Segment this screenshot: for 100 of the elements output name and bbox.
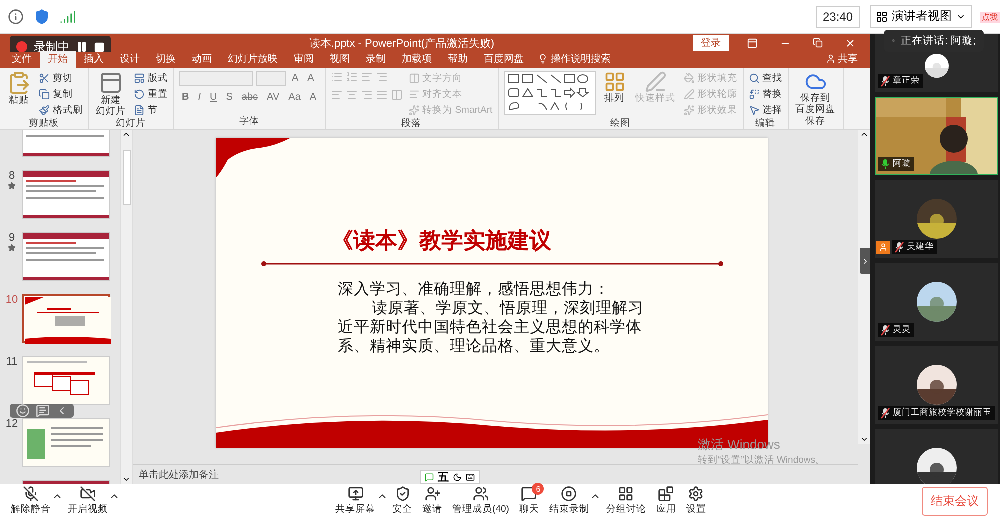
ribbon-button[interactable]: 节 xyxy=(134,103,168,117)
toolbar-button[interactable]: 管理成员(40) xyxy=(448,486,514,516)
notes-placeholder[interactable]: 单击此处添加备注 xyxy=(139,468,219,482)
shrink-font-button[interactable]: A xyxy=(304,73,318,84)
format-button[interactable]: AV xyxy=(264,92,283,103)
ribbon-button[interactable]: 重置 xyxy=(134,87,168,101)
toolbar-button[interactable]: 设置 xyxy=(681,486,712,516)
restore-icon[interactable] xyxy=(813,38,823,48)
ribbon-button[interactable]: 保存到 百度网盘 xyxy=(794,71,838,115)
toolbar-button[interactable]: 分组讨论 xyxy=(601,486,652,516)
tell-me-search[interactable]: 操作说明搜索 xyxy=(532,52,617,68)
menu-tab[interactable]: 开始 xyxy=(40,51,76,68)
ribbon-button[interactable]: 新建 幻灯片 xyxy=(94,71,128,117)
pointer-icon xyxy=(748,104,760,116)
close-icon[interactable] xyxy=(845,38,856,48)
toolbar-button[interactable]: 安全 xyxy=(388,486,418,516)
toolbar-button[interactable]: 共享屏幕 xyxy=(330,486,381,516)
shield-icon[interactable] xyxy=(34,8,50,24)
menu-tab[interactable]: 插入 xyxy=(76,51,112,68)
slide-text: 读原著、学原文、悟原理，深刻理解习近平新时代中国特色社会主义思想的科学体系、精神实质、理论品格、重大意义。 xyxy=(338,299,645,356)
chat-icon xyxy=(521,486,538,502)
ribbon-button[interactable]: 格式刷 xyxy=(39,103,83,117)
toolbar-button[interactable]: 应用 xyxy=(651,486,682,516)
layout-icon xyxy=(876,10,888,22)
grow-font-button[interactable]: A xyxy=(289,73,302,84)
menu-tab[interactable]: 文件 xyxy=(4,51,40,68)
participant-name: 吴建华 xyxy=(907,241,934,253)
font-name-field[interactable] xyxy=(179,71,253,86)
menu-tab[interactable]: 录制 xyxy=(358,51,394,68)
ribbon-button[interactable]: 剪切 xyxy=(39,71,83,85)
menu-tab[interactable]: 视图 xyxy=(322,51,358,68)
menu-tab[interactable]: 帮助 xyxy=(440,51,476,68)
speaking-label: 正在讲话: 阿璇; xyxy=(901,34,976,48)
smartart-icon xyxy=(408,104,420,116)
font-size-field[interactable] xyxy=(256,71,286,86)
slide-number: 8 xyxy=(8,170,16,182)
scroll-up-icon[interactable] xyxy=(122,130,131,139)
toolbar-button[interactable]: 开启视频 xyxy=(63,486,113,516)
ribbon-button[interactable]: 粘贴 xyxy=(5,71,33,106)
scroll-up-icon[interactable] xyxy=(860,130,868,139)
comment-icon[interactable] xyxy=(36,404,50,418)
info-icon[interactable] xyxy=(8,8,24,24)
group-label: 保存 xyxy=(804,115,827,129)
activation-hint: 转到“设置”以激活 Windows。 xyxy=(698,454,826,467)
ribbon-button[interactable]: 替换 xyxy=(748,87,783,101)
toolbar-button[interactable]: 邀请 xyxy=(418,486,448,516)
toolbar-button[interactable]: 结束录制 xyxy=(544,486,594,516)
format-button[interactable]: S xyxy=(223,92,236,103)
align-icon xyxy=(408,88,420,100)
record-icon xyxy=(16,41,28,53)
shape-gallery[interactable] xyxy=(504,71,596,115)
menu-tab[interactable]: 幻灯片放映 xyxy=(220,51,286,68)
ribbon-button[interactable]: 版式 xyxy=(134,71,168,85)
justify-icon xyxy=(376,89,388,101)
menu-tab[interactable]: 切换 xyxy=(148,51,184,68)
login-button[interactable]: 登录 xyxy=(693,35,729,51)
format-button[interactable]: I xyxy=(195,92,204,103)
numbering-icon xyxy=(346,71,358,83)
menu-tab[interactable]: 加载项 xyxy=(394,51,440,68)
slide-title: 《读本》教学实施建议 xyxy=(332,227,552,255)
menu-tab[interactable]: 百度网盘 xyxy=(476,51,532,68)
ribbon-button[interactable]: 复制 xyxy=(39,87,83,101)
lightbulb-icon xyxy=(538,54,548,64)
group-label: 幻灯片 xyxy=(115,117,147,131)
group-label: 编辑 xyxy=(754,117,777,131)
end-meeting-button[interactable]: 结束会议 xyxy=(922,486,988,516)
stop-icon[interactable] xyxy=(94,42,105,52)
slide-text: 深入学习、准确理解，感悟思想伟力： xyxy=(338,280,612,299)
slide-number: 9 xyxy=(8,232,16,244)
panel-handle[interactable] xyxy=(860,248,870,274)
pause-icon[interactable] xyxy=(76,41,88,53)
format-button[interactable]: Aa xyxy=(286,92,304,103)
share-button[interactable]: 共享 xyxy=(826,52,858,68)
menu-tab[interactable]: 审阅 xyxy=(286,51,322,68)
view-button[interactable]: 演讲者视图 xyxy=(870,5,972,28)
participant-name: 章正荣 xyxy=(893,75,920,87)
format-button[interactable]: B xyxy=(179,92,192,103)
ribbon-button[interactable]: 选择 xyxy=(748,103,783,117)
group-label: 绘图 xyxy=(610,117,632,131)
ribbon-display-icon[interactable] xyxy=(747,38,758,48)
menu-tab[interactable]: 设计 xyxy=(112,51,148,68)
users-icon xyxy=(473,486,489,502)
ime-logo-icon xyxy=(425,472,434,482)
align-left-icon xyxy=(330,89,343,101)
emoji-icon[interactable] xyxy=(16,404,30,418)
scroll-down-icon[interactable] xyxy=(860,435,868,444)
ribbon-button[interactable]: 查找 xyxy=(748,71,783,85)
sticker-label[interactable]: 点我 xyxy=(980,12,1000,23)
format-button[interactable]: abc xyxy=(238,92,262,103)
format-button[interactable]: U xyxy=(207,92,220,103)
scroll-down-icon[interactable] xyxy=(122,475,131,484)
scissors-icon xyxy=(39,72,50,84)
format-button[interactable]: A xyxy=(306,92,320,103)
toolbar-button[interactable]: 聊天 6 xyxy=(514,486,544,516)
menu-tab[interactable]: 动画 xyxy=(184,51,220,68)
scrollbar-thumb[interactable] xyxy=(122,150,130,204)
pen-icon xyxy=(684,88,695,100)
toolbar-button[interactable]: 解除静音 xyxy=(6,486,56,516)
ribbon-button[interactable]: 排列 xyxy=(602,71,628,104)
keyboard-icon xyxy=(466,472,475,482)
